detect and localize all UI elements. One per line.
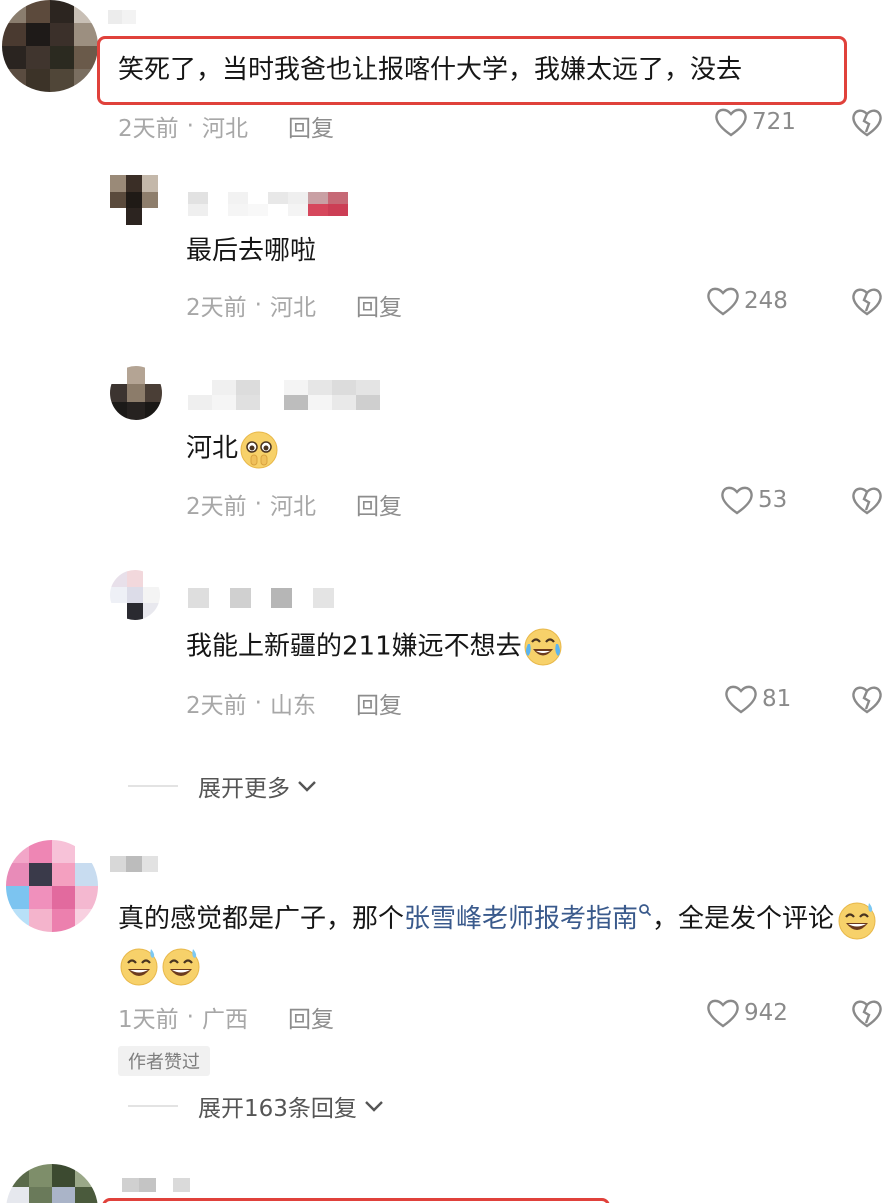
separator: ·: [254, 292, 262, 318]
comment-location: 河北: [269, 494, 316, 520]
separator: ·: [254, 690, 262, 716]
reply-button[interactable]: 回复: [288, 1000, 334, 1034]
comment-text: 河北: [186, 428, 280, 470]
dislike-icon: [852, 487, 882, 515]
username[interactable]: [188, 588, 334, 608]
comment-time: 2天前: [186, 494, 247, 520]
username[interactable]: [188, 192, 348, 216]
like-button[interactable]: 721: [714, 107, 796, 137]
comment-text-content: ，全是发个评论: [652, 904, 835, 934]
comment-text-content: 河北: [186, 433, 239, 464]
heart-icon: [725, 685, 757, 714]
comment-text: 笑死了，当时我爸也让报喀什大学，我嫌太远了，没去: [118, 55, 743, 85]
heart-icon: [721, 486, 753, 515]
comment-time: 2天前: [186, 295, 247, 321]
separator: ·: [186, 113, 194, 139]
like-button[interactable]: 248: [706, 286, 788, 316]
like-button[interactable]: 942: [706, 998, 788, 1028]
comment-text-content: 我能上新疆的211嫌远不想去: [186, 631, 522, 662]
expand-replies-button[interactable]: 展开163条回复: [128, 1089, 385, 1123]
reply-button[interactable]: 回复: [356, 686, 402, 720]
reply-button[interactable]: 回复: [288, 109, 334, 143]
dislike-button[interactable]: [851, 108, 883, 142]
like-count: 248: [744, 288, 788, 314]
emoji-tears-of-joy: [522, 626, 564, 668]
comment-meta: 2天前 · 山东 回复: [186, 686, 402, 720]
separator: ·: [254, 491, 262, 517]
divider: [128, 785, 178, 787]
comment-meta: 2天前 · 河北 回复: [186, 288, 402, 322]
username[interactable]: [110, 856, 158, 872]
author-liked-badge: 作者赞过: [118, 1046, 210, 1076]
comment-time: 2天前: [186, 693, 247, 719]
emoji-sweat-smile: [160, 945, 202, 987]
reply-button[interactable]: 回复: [356, 487, 402, 521]
comment-meta: 1天前 · 广西 回复: [118, 1000, 334, 1034]
like-button[interactable]: 81: [724, 684, 791, 714]
avatar[interactable]: [110, 570, 160, 620]
emoji-sweat-smile: [836, 899, 878, 941]
reply-button[interactable]: 回复: [356, 288, 402, 322]
dislike-button[interactable]: [851, 685, 883, 719]
dislike-button[interactable]: [851, 999, 883, 1033]
comment-location: 河北: [269, 295, 316, 321]
comment-location: 广西: [201, 1007, 248, 1033]
expand-more-label: 展开更多: [198, 776, 290, 802]
like-count: 942: [744, 1000, 788, 1026]
search-link[interactable]: 张雪峰老师报考指南: [404, 904, 638, 934]
comment-text: 我能上新疆的211嫌远不想去: [186, 626, 564, 668]
expand-replies-label: 展开163条回复: [198, 1096, 357, 1122]
comment-meta: 2天前 · 河北 回复: [186, 487, 402, 521]
comment-text: 最后去哪啦: [186, 236, 317, 266]
avatar[interactable]: [6, 1164, 98, 1203]
like-count: 81: [762, 686, 792, 712]
heart-icon: [707, 999, 739, 1028]
dislike-icon: [852, 288, 882, 316]
comment-location: 河北: [201, 116, 248, 142]
comment-meta: 2天前 · 河北 回复: [118, 109, 334, 143]
avatar[interactable]: [6, 840, 98, 932]
like-count: 721: [752, 109, 796, 135]
avatar[interactable]: [110, 366, 162, 420]
emoji-sweat-smile: [118, 945, 160, 987]
chevron-down-icon: [365, 1101, 383, 1112]
comment-text-content: 真的感觉都是广子，那个: [118, 904, 405, 934]
dislike-icon: [852, 109, 882, 137]
username[interactable]: [108, 10, 136, 24]
username[interactable]: [188, 380, 380, 410]
avatar[interactable]: [110, 175, 158, 225]
heart-icon: [707, 287, 739, 316]
comment-time: 1天前: [118, 1007, 179, 1033]
divider: [128, 1105, 178, 1107]
highlight-box: [102, 1198, 610, 1203]
emoji-pleading: [238, 428, 280, 470]
dislike-button[interactable]: [851, 486, 883, 520]
search-icon[interactable]: [638, 903, 652, 917]
dislike-button[interactable]: [851, 287, 883, 321]
like-count: 53: [758, 487, 788, 513]
comment-text: 真的感觉都是广子，那个张雪峰老师报考指南 ，全是发个评论: [118, 896, 888, 988]
dislike-icon: [852, 1000, 882, 1028]
comment-time: 2天前: [118, 116, 179, 142]
dislike-icon: [852, 686, 882, 714]
heart-icon: [715, 108, 747, 137]
avatar[interactable]: [2, 0, 98, 92]
chevron-down-icon: [298, 781, 316, 792]
comment-location: 山东: [269, 693, 316, 719]
separator: ·: [186, 1004, 194, 1030]
username[interactable]: [122, 1178, 190, 1192]
expand-more-button[interactable]: 展开更多: [128, 769, 318, 803]
like-button[interactable]: 53: [720, 485, 787, 515]
